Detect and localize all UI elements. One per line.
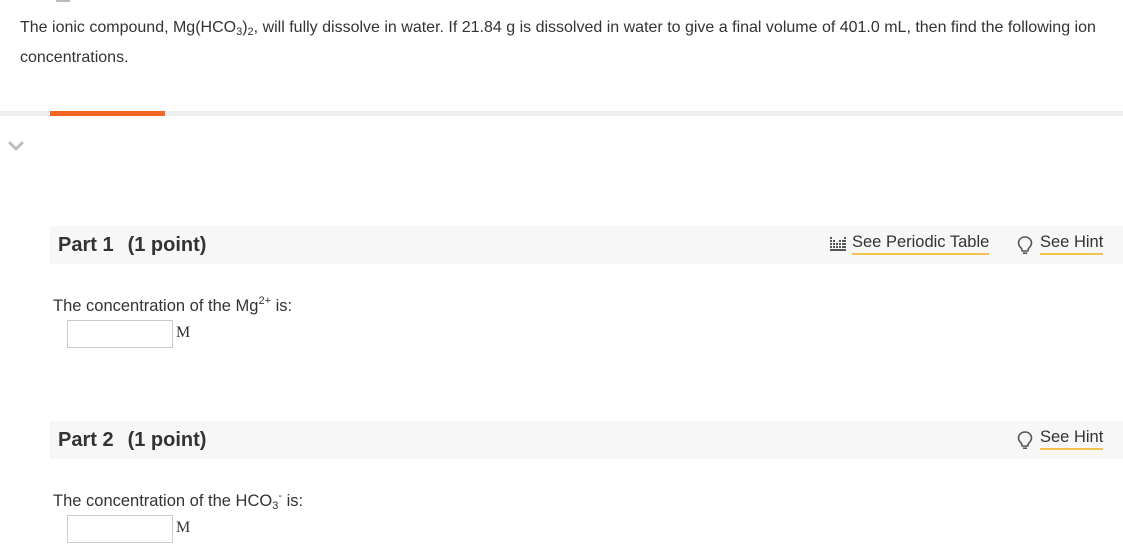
part-1-unit-label: M	[176, 324, 191, 341]
part-1-prompt: The concentration of the Mg2+ is:	[53, 295, 293, 316]
question-text: The ionic compound, Mg(HCO3)2, will full…	[20, 19, 1096, 66]
part-1-header: Part 1 (1 point) See Periodic Table See H…	[50, 226, 1123, 264]
chevron-down-icon[interactable]	[7, 139, 25, 153]
part-2-prompt: The concentration of the HCO3- is:	[53, 490, 304, 512]
see-periodic-table-link[interactable]: See Periodic Table	[852, 233, 990, 255]
part-1-title: Part 1 (1 point)	[58, 234, 207, 256]
part-1-answer-input[interactable]	[67, 320, 173, 348]
part-2-unit-label: M	[176, 519, 191, 536]
periodic-table-icon[interactable]	[829, 235, 847, 253]
part-2-header: Part 2 (1 point) See Hint	[50, 421, 1123, 459]
active-tab-indicator	[50, 111, 165, 116]
part-progress-bar	[0, 111, 1123, 116]
lightbulb-icon[interactable]	[1016, 235, 1034, 255]
see-hint-link-part-2[interactable]: See Hint	[1040, 428, 1104, 450]
top-divider-stub	[56, 0, 70, 2]
see-hint-link-part-1[interactable]: See Hint	[1040, 233, 1104, 255]
lightbulb-icon[interactable]	[1016, 430, 1034, 450]
part-2-answer-input[interactable]	[67, 515, 173, 543]
part-2-title: Part 2 (1 point)	[58, 429, 207, 451]
